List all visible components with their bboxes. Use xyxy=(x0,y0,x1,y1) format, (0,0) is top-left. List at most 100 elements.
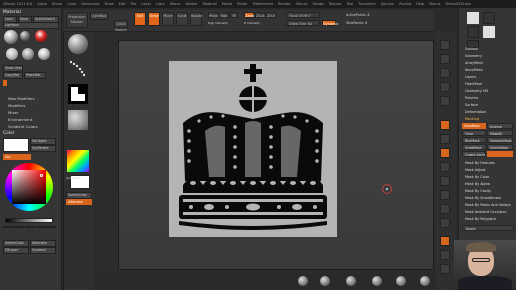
fillobject-button[interactable]: FillObject xyxy=(30,138,56,145)
move-button[interactable]: Move xyxy=(162,12,174,26)
show-used-button[interactable]: Show Used xyxy=(3,65,23,72)
sharpenmask-button[interactable]: SharpenMask xyxy=(487,137,513,143)
menu-item-movie[interactable]: Movie xyxy=(222,2,232,6)
menu-item-brush[interactable]: Brush xyxy=(52,2,62,6)
edit-button[interactable]: Edit xyxy=(134,12,146,26)
mask-by-color-menu[interactable]: Mask By Color xyxy=(462,174,514,180)
main-color-swatch[interactable] xyxy=(3,138,29,152)
menu-item-stroke[interactable]: Stroke xyxy=(312,2,323,6)
filllayer-button[interactable]: FillLayer xyxy=(3,247,29,254)
copymat-button[interactable]: CopyMat xyxy=(3,72,23,79)
menu-item-marker[interactable]: Marker xyxy=(185,2,197,6)
frame-button[interactable] xyxy=(440,176,450,186)
switchcolor-shelf-button[interactable]: SwitchColor xyxy=(66,192,92,199)
preview-menu[interactable]: Preview xyxy=(462,95,514,101)
mask-by-features-menu[interactable]: Mask By Features xyxy=(462,160,514,166)
arraymesh-menu[interactable]: ArrayMesh xyxy=(462,60,514,66)
g-field[interactable] xyxy=(14,226,24,228)
menu-item-zplugin[interactable]: Zplugin xyxy=(381,2,394,6)
clear-button[interactable]: Clear xyxy=(462,130,486,136)
mask-by-polypaint-menu[interactable]: Mask By Polypaint xyxy=(462,216,514,222)
focal-shift-slider[interactable]: Focal Shift 0 xyxy=(286,12,320,18)
menu-item-zscript[interactable]: Zscript xyxy=(399,2,411,6)
material-sphere-2[interactable] xyxy=(20,31,30,41)
r-field[interactable] xyxy=(3,226,13,228)
xpose-button[interactable] xyxy=(440,264,450,274)
color-picker-cursor[interactable] xyxy=(40,174,43,177)
menu-item-layer[interactable]: Layer xyxy=(141,2,151,6)
menu-item-help[interactable]: Help xyxy=(416,2,424,6)
gradient-slider[interactable] xyxy=(5,218,53,223)
gradient-colors-label[interactable]: Gradient Colors xyxy=(8,124,38,129)
material-sphere-main[interactable] xyxy=(4,30,18,44)
zadd-button[interactable]: Zadd xyxy=(244,12,254,18)
maskall-button[interactable]: MaskAll xyxy=(487,130,513,136)
mixer-label[interactable]: Mixer xyxy=(8,110,18,115)
material-sphere-5[interactable] xyxy=(38,48,50,60)
menu-item-transform[interactable]: Transform xyxy=(358,2,375,6)
color-title[interactable]: Color xyxy=(3,131,14,136)
menu-item-color[interactable]: Color xyxy=(67,2,76,6)
tool-thumbnail-2[interactable] xyxy=(483,12,495,24)
draw-size-slider[interactable]: Draw Size 64 xyxy=(286,20,320,26)
floor-button[interactable] xyxy=(440,134,450,144)
projection-master-button[interactable]: Projection Master xyxy=(66,12,88,28)
tool-thumbnail-4[interactable] xyxy=(483,26,495,38)
apply-button[interactable]: Apply xyxy=(462,225,514,231)
fibermesh-menu[interactable]: FiberMesh xyxy=(462,81,514,87)
menu-item-light[interactable]: Light xyxy=(156,2,165,6)
growmask-button[interactable]: GrowMask xyxy=(462,144,486,150)
geometry-menu[interactable]: Geometry xyxy=(462,53,514,59)
menu-item-document[interactable]: Document xyxy=(81,2,99,6)
zoom-button[interactable] xyxy=(440,82,450,92)
rgb-button[interactable]: Rgb xyxy=(219,12,229,18)
menu-item-stencil[interactable]: Stencil xyxy=(296,2,308,6)
b-field[interactable] xyxy=(25,226,35,228)
lightbox-top-button[interactable]: LightBox xyxy=(90,12,108,20)
create-alpha-button[interactable]: Create Alpha xyxy=(462,151,486,157)
bpr-button[interactable] xyxy=(440,40,450,50)
lsym-button[interactable] xyxy=(440,162,450,172)
quick-sketch-button[interactable]: Quick Sketch xyxy=(114,20,128,32)
brush-standard-icon[interactable] xyxy=(298,276,308,286)
mask-by-alpha-menu[interactable]: Mask By Alpha xyxy=(462,181,514,187)
color-spectrum-swatch[interactable] xyxy=(67,150,89,172)
actual-button[interactable] xyxy=(440,96,450,106)
scroll-button[interactable] xyxy=(440,68,450,78)
menu-right-defaultzscript[interactable]: DefaultZScript xyxy=(446,2,471,6)
mask-by-peaks-menu[interactable]: Mask By Peaks And Valleys xyxy=(462,202,514,208)
lightbox-button[interactable]: Lightbox xyxy=(3,22,59,29)
menu-right-menus[interactable]: Menus xyxy=(429,2,440,6)
transp-button[interactable] xyxy=(440,236,450,246)
brush-claybuildup-icon[interactable] xyxy=(320,276,330,286)
masking-menu[interactable]: Masking xyxy=(462,116,514,122)
alternate-button[interactable]: Alternate xyxy=(30,240,56,247)
environment-label[interactable]: Environment xyxy=(8,117,32,122)
rotate-button[interactable]: Rotate xyxy=(190,12,202,26)
menu-item-texture[interactable]: Texture xyxy=(329,2,342,6)
rotate-3d-button[interactable] xyxy=(440,218,450,228)
alpha-thumbnail[interactable] xyxy=(68,84,88,104)
deformation-menu[interactable]: Deformation xyxy=(462,109,514,115)
tool-thumbnail-3[interactable] xyxy=(467,26,479,38)
menu-item-material[interactable]: Material xyxy=(203,2,217,6)
scale-button[interactable]: Scale xyxy=(176,12,188,26)
zoom3d-button[interactable] xyxy=(440,204,450,214)
solo-button[interactable] xyxy=(440,250,450,260)
menu-item-draw[interactable]: Draw xyxy=(105,2,114,6)
material-sphere-3[interactable] xyxy=(6,48,18,60)
menu-item-file[interactable]: File xyxy=(130,2,136,6)
m-button[interactable]: M xyxy=(230,12,238,18)
menu-item-tool[interactable]: Tool xyxy=(346,2,353,6)
menu-item-alpha[interactable]: Alpha xyxy=(37,2,47,6)
blurmask-button[interactable]: BlurMask xyxy=(462,137,486,143)
brush-thumbnail[interactable] xyxy=(68,34,88,54)
alternate-shelf-button[interactable]: Alternate xyxy=(66,199,92,205)
switchcolor-button[interactable]: SwitchColor xyxy=(3,240,29,247)
zcut-button[interactable]: Zcut xyxy=(266,12,276,18)
color-value-field[interactable]: Sss xyxy=(3,154,31,160)
mrgb-button[interactable]: Mrgb xyxy=(208,12,218,18)
menu-item-macro[interactable]: Macro xyxy=(170,2,181,6)
pastemat-button[interactable]: PasteMat xyxy=(24,72,46,79)
move-3d-button[interactable] xyxy=(440,190,450,200)
